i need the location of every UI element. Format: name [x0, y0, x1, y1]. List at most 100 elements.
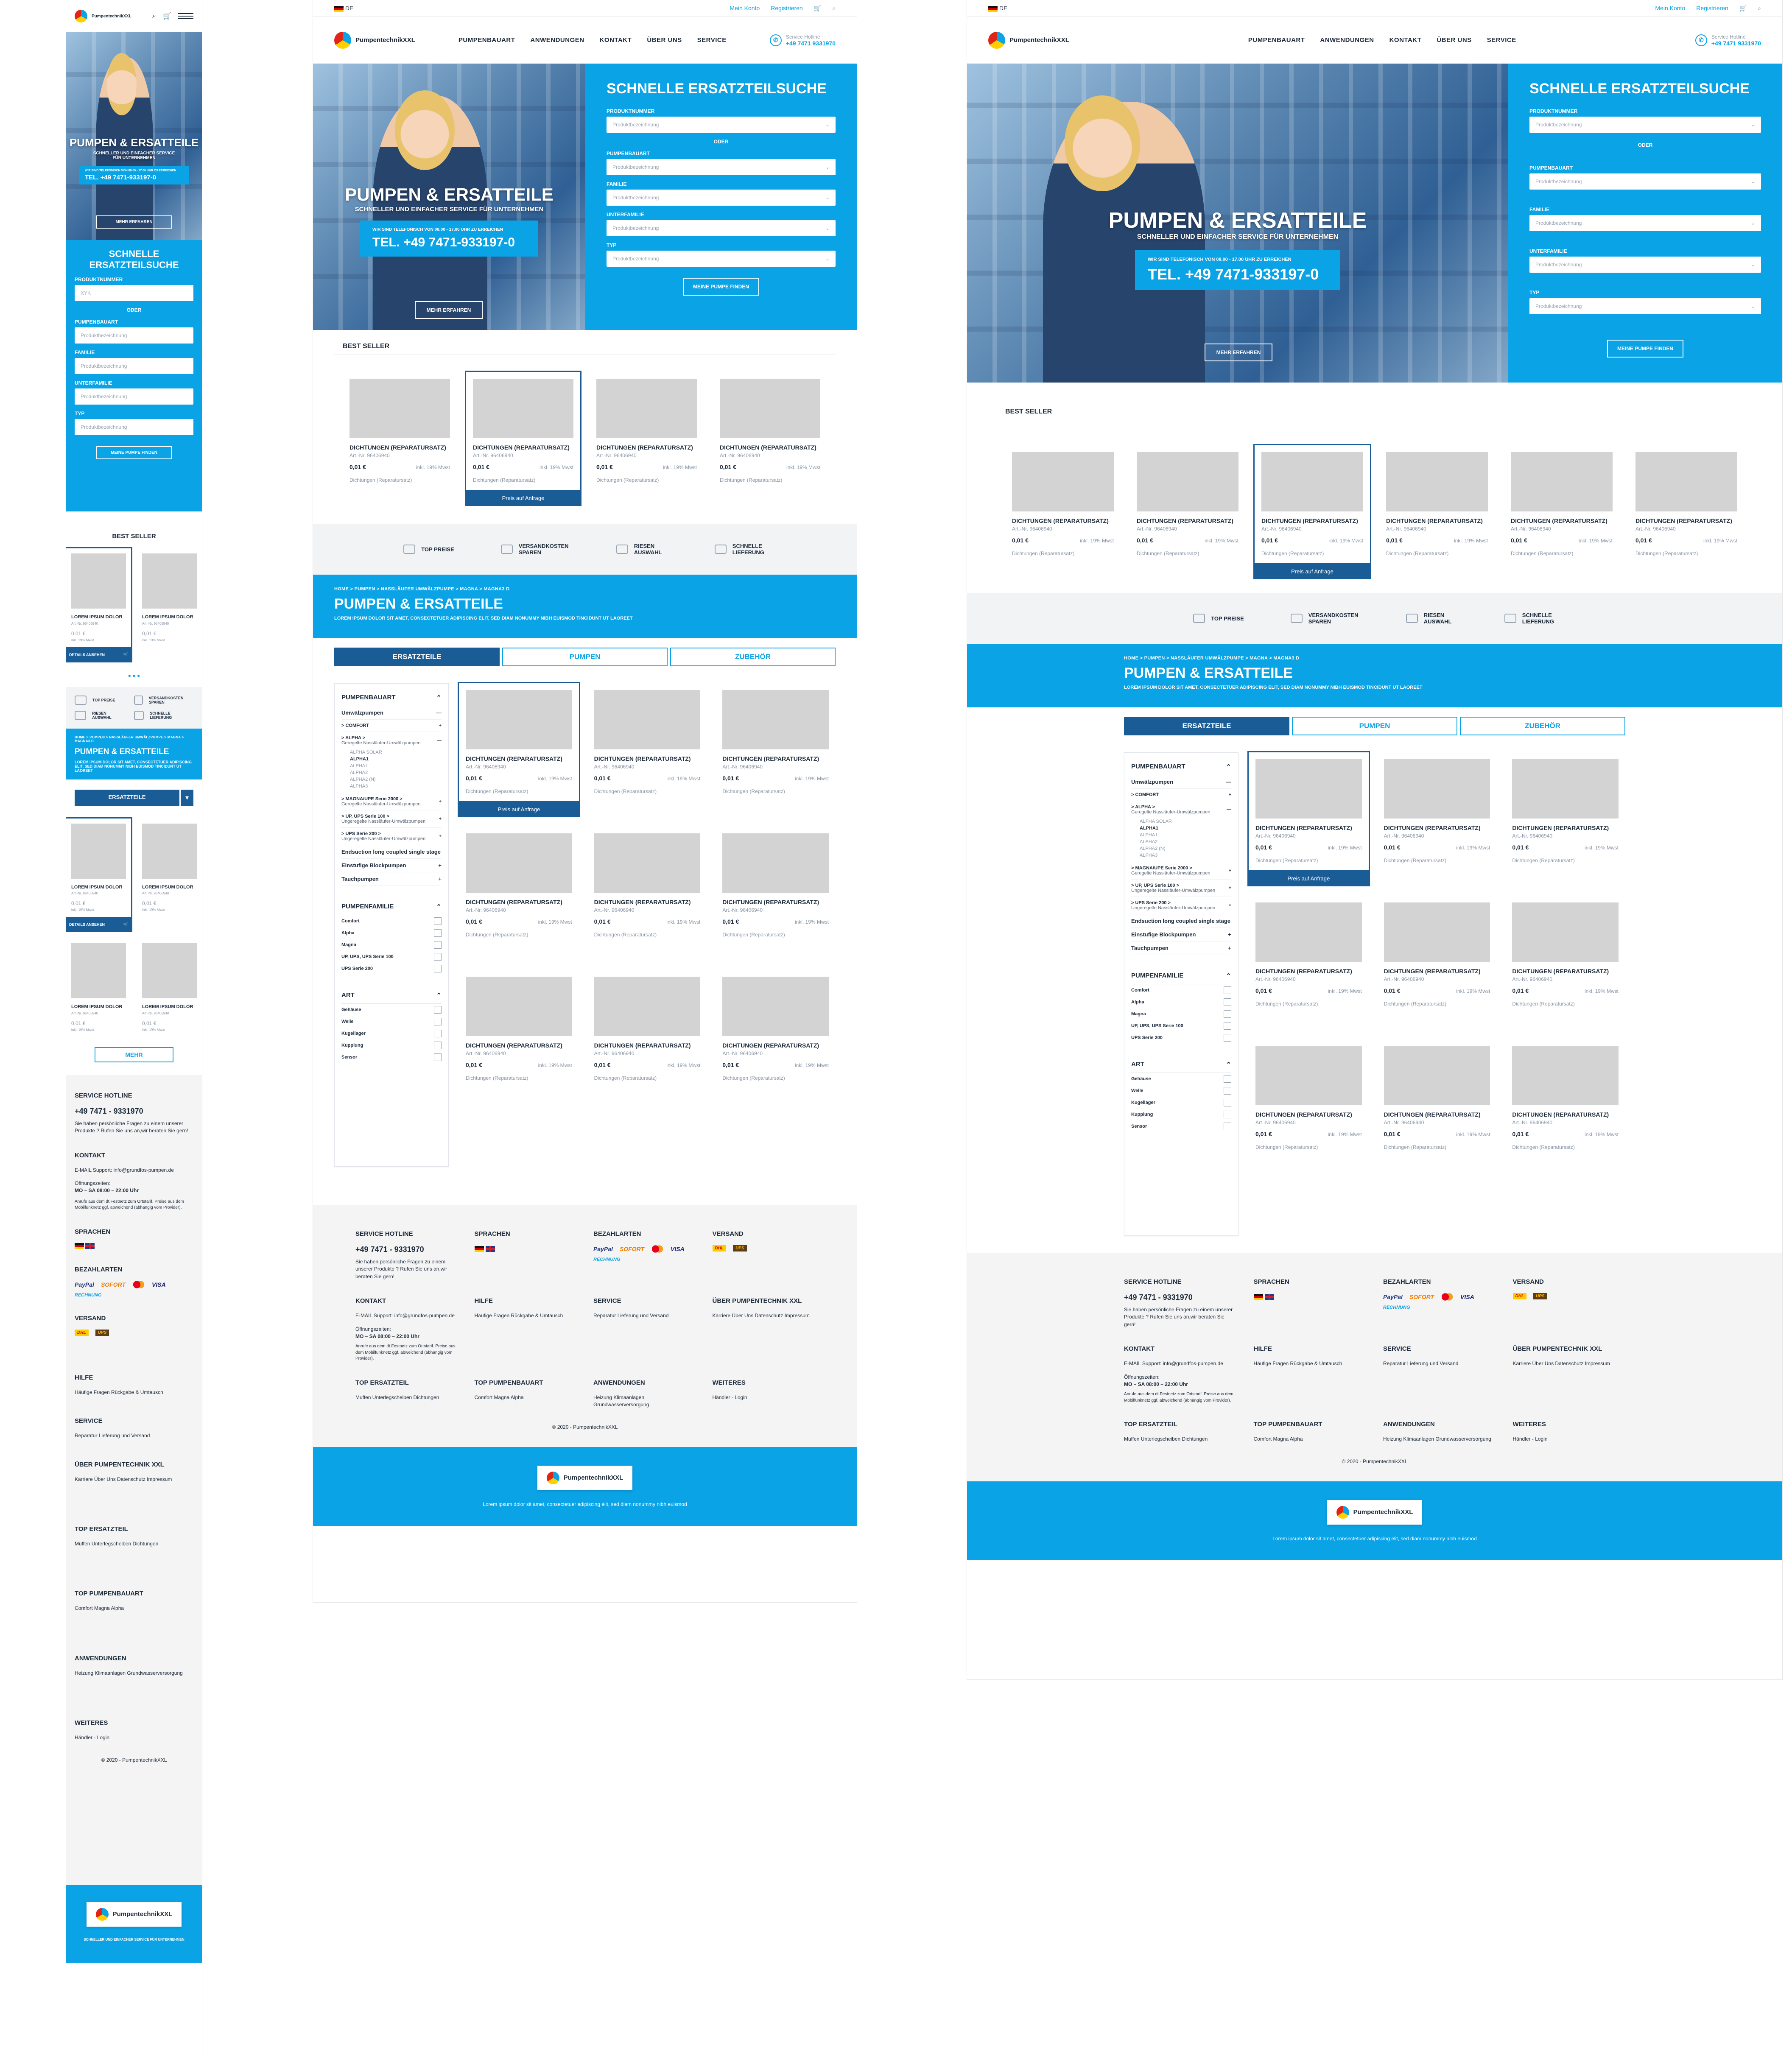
cart-icon[interactable]: 🛒: [123, 652, 128, 657]
cart-icon[interactable]: 🛒: [123, 922, 128, 927]
product-number-input[interactable]: Produktbezeichnung ⌄: [607, 117, 836, 133]
tab-pumpen[interactable]: PUMPEN: [1292, 717, 1457, 736]
product-card[interactable]: DICHTUNGEN (REPARATURSATZ) Art.-Nr. 96406…: [713, 372, 827, 490]
filter-endsuction[interactable]: Endsuction long coupled single stage: [341, 845, 442, 859]
flag-de-icon[interactable]: [1253, 1293, 1263, 1300]
product-card[interactable]: DICHTUNGEN (REPARATURSATZ) Art.-Nr. 96406…: [590, 372, 704, 490]
filter-magna[interactable]: > MAGNA/UPE Serie 2000 > Geregelte Nasslä…: [1131, 862, 1231, 880]
product-card[interactable]: DICHTUNGEN (REPARATURSATZ) Art.-Nr. 96406…: [1377, 896, 1497, 1014]
filter-check[interactable]: UP, UPS, UPS Serie 100: [1131, 1020, 1231, 1032]
filter-group-pumpenbauart[interactable]: PUMPENBAUART ⌃: [341, 690, 442, 707]
filter-up100[interactable]: > UP, UPS Serie 100 > Ungeregelte Nassläu…: [341, 810, 442, 828]
checkbox[interactable]: [434, 929, 442, 937]
filter-group-familie[interactable]: PUMPENFAMILIE ⌃: [341, 899, 442, 916]
product-card[interactable]: DICHTUNGEN (REPARATURSATZ) Art.-Nr. 96406…: [1247, 751, 1370, 887]
product-card[interactable]: DICHTUNGEN (REPARATURSATZ) Art.-Nr. 96406…: [1253, 444, 1371, 580]
checkbox[interactable]: [1224, 986, 1231, 994]
details-button[interactable]: DETAILS ANSEHEN 🛒: [66, 647, 132, 662]
logo[interactable]: PumpentechnikXXL: [75, 10, 131, 22]
familie-select[interactable]: Produktbezeichnung ⌄: [1529, 215, 1761, 231]
register-link[interactable]: Registrieren: [1696, 5, 1728, 12]
filter-comfort[interactable]: > COMFORT +: [341, 720, 442, 732]
flag-de-icon[interactable]: [474, 1246, 484, 1252]
flag-uk-icon[interactable]: [485, 1246, 495, 1252]
more-button[interactable]: MEHR ERFAHREN: [415, 301, 483, 319]
menu-icon[interactable]: [178, 13, 193, 19]
checkbox[interactable]: [1224, 1075, 1231, 1083]
nav-kontakt[interactable]: KONTAKT: [1389, 36, 1422, 44]
unterfamilie-select[interactable]: Produktbezeichnung ⌄: [607, 220, 836, 236]
tab-zubehoer[interactable]: ZUBEHÖR: [670, 648, 836, 667]
typ-select[interactable]: Produktbezeichnung ⌄: [1529, 298, 1761, 314]
product-card[interactable]: DICHTUNGEN (REPARATURSATZ) Art.-Nr. 96406…: [459, 970, 579, 1088]
filter-check[interactable]: Sensor: [1131, 1120, 1231, 1132]
product-card[interactable]: DICHTUNGEN (REPARATURSATZ) Art.-Nr. 96406…: [587, 970, 707, 1088]
product-card[interactable]: DICHTUNGEN (REPARATURSATZ) Art.-Nr. 96406…: [587, 827, 707, 944]
filter-group-art[interactable]: ART ⌃: [1131, 1056, 1231, 1073]
checkbox[interactable]: [434, 953, 442, 961]
filter-einstufig[interactable]: Einstufige Blockpumpen +: [1131, 928, 1231, 942]
product-card[interactable]: DICHTUNGEN (REPARATURSATZ) Art.-Nr. 96406…: [587, 683, 707, 801]
more-button[interactable]: MEHR: [95, 1047, 173, 1062]
logo[interactable]: PumpentechnikXXL: [988, 31, 1069, 49]
breadcrumb[interactable]: HOME > PUMPEN > NASSLÄUFER UMWÄLZPUMPE >…: [1124, 656, 1761, 661]
filter-check[interactable]: Alpha: [1131, 996, 1231, 1008]
find-pump-button[interactable]: MEINE PUMPE FINDEN: [1607, 340, 1683, 358]
filter-umwaelzpumpen[interactable]: Umwälzpumpen —: [341, 706, 442, 720]
hotline[interactable]: ✆ Service Hotline +49 7471 9331970: [1695, 34, 1761, 47]
filter-group-art[interactable]: ART ⌃: [341, 987, 442, 1004]
breadcrumb[interactable]: HOME > PUMPEN > NASSLÄUFER UMWÄLZPUMPE >…: [334, 587, 836, 592]
find-pump-button[interactable]: MEINE PUMPE FINDEN: [683, 278, 759, 296]
checkbox[interactable]: [434, 1053, 442, 1062]
product-card[interactable]: DICHTUNGEN (REPARATURSATZ) Art.-Nr. 96406…: [1379, 445, 1495, 563]
product-card[interactable]: DICHTUNGEN (REPARATURSATZ) Art.-Nr. 96406…: [465, 370, 581, 506]
flag-de-icon[interactable]: [75, 1243, 84, 1249]
typ-select[interactable]: Produktbezeichnung: [75, 419, 193, 435]
product-card[interactable]: LOREM IPSUM DOLOR Art.-Nr. 96406940 0,01…: [137, 818, 202, 917]
details-button[interactable]: DETAILS ANSEHEN 🛒: [66, 917, 132, 933]
checkbox[interactable]: [434, 917, 442, 925]
product-card[interactable]: DICHTUNGEN (REPARATURSATZ) Art.-Nr. 96406…: [716, 683, 836, 801]
filter-check[interactable]: UPS Serie 200: [1131, 1032, 1231, 1044]
cart-icon[interactable]: 🛒: [814, 5, 821, 12]
price-request-button[interactable]: Preis auf Anfrage: [1253, 563, 1371, 580]
filter-check[interactable]: Welle: [1131, 1085, 1231, 1097]
filter-check[interactable]: Gehäuse: [1131, 1073, 1231, 1085]
typ-select[interactable]: Produktbezeichnung ⌄: [607, 251, 836, 267]
register-link[interactable]: Registrieren: [771, 5, 802, 12]
filter-alpha[interactable]: > ALPHA > Geregelte Nassläufer-Umwälzpump…: [341, 732, 442, 749]
filter-check[interactable]: Magna: [341, 939, 442, 951]
filter-check[interactable]: Kugellager: [1131, 1097, 1231, 1109]
product-number-input[interactable]: XYK: [75, 285, 193, 301]
filter-ups200[interactable]: > UPS Serie 200 > Ungeregelte Nassläufer-…: [1131, 897, 1231, 915]
checkbox[interactable]: [1224, 1010, 1231, 1018]
tab-ersatzteile[interactable]: ERSATZTEILE: [1124, 717, 1289, 736]
pumpenbauart-select[interactable]: Produktbezeichnung ⌄: [607, 159, 836, 175]
product-card[interactable]: DICHTUNGEN (REPARATURSATZ) Art.-Nr. 96406…: [1505, 752, 1625, 870]
nav-ueber-uns[interactable]: ÜBER UNS: [647, 36, 682, 44]
checkbox[interactable]: [1224, 1111, 1231, 1119]
filter-magna[interactable]: > MAGNA/UPE Serie 2000 > Geregelte Nasslä…: [341, 793, 442, 811]
search-icon[interactable]: ⌕: [832, 5, 836, 12]
filter-check[interactable]: Gehäuse: [341, 1004, 442, 1016]
pumpenbauart-select[interactable]: Produktbezeichnung: [75, 327, 193, 344]
product-number-input[interactable]: Produktbezeichnung ⌄: [1529, 117, 1761, 133]
carousel-dots[interactable]: ● ● ●: [66, 673, 202, 679]
nav-anwendungen[interactable]: ANWENDUNGEN: [1320, 36, 1374, 44]
checkbox[interactable]: [434, 1042, 442, 1050]
filter-check[interactable]: Kugellager: [341, 1028, 442, 1039]
product-card[interactable]: DICHTUNGEN (REPARATURSATZ) Art.-Nr. 96406…: [1504, 445, 1619, 563]
nav-service[interactable]: SERVICE: [697, 36, 727, 44]
filter-check[interactable]: Welle: [341, 1016, 442, 1028]
filter-group-familie[interactable]: PUMPENFAMILIE ⌃: [1131, 968, 1231, 985]
product-card[interactable]: DICHTUNGEN (REPARATURSATZ) Art.-Nr. 96406…: [1377, 1039, 1497, 1157]
nav-service[interactable]: SERVICE: [1487, 36, 1516, 44]
footer-logo[interactable]: PumpentechnikXXL: [86, 1902, 182, 1927]
language-switch[interactable]: DE: [988, 5, 1007, 12]
find-pump-button[interactable]: MEINE PUMPE FINDEN: [96, 446, 172, 459]
flag-uk-icon[interactable]: [1264, 1293, 1274, 1300]
filter-check[interactable]: Comfort: [1131, 984, 1231, 996]
my-account-link[interactable]: Mein Konto: [730, 5, 760, 12]
checkbox[interactable]: [434, 1006, 442, 1014]
product-card[interactable]: DICHTUNGEN (REPARATURSATZ) Art.-Nr. 96406…: [716, 827, 836, 944]
